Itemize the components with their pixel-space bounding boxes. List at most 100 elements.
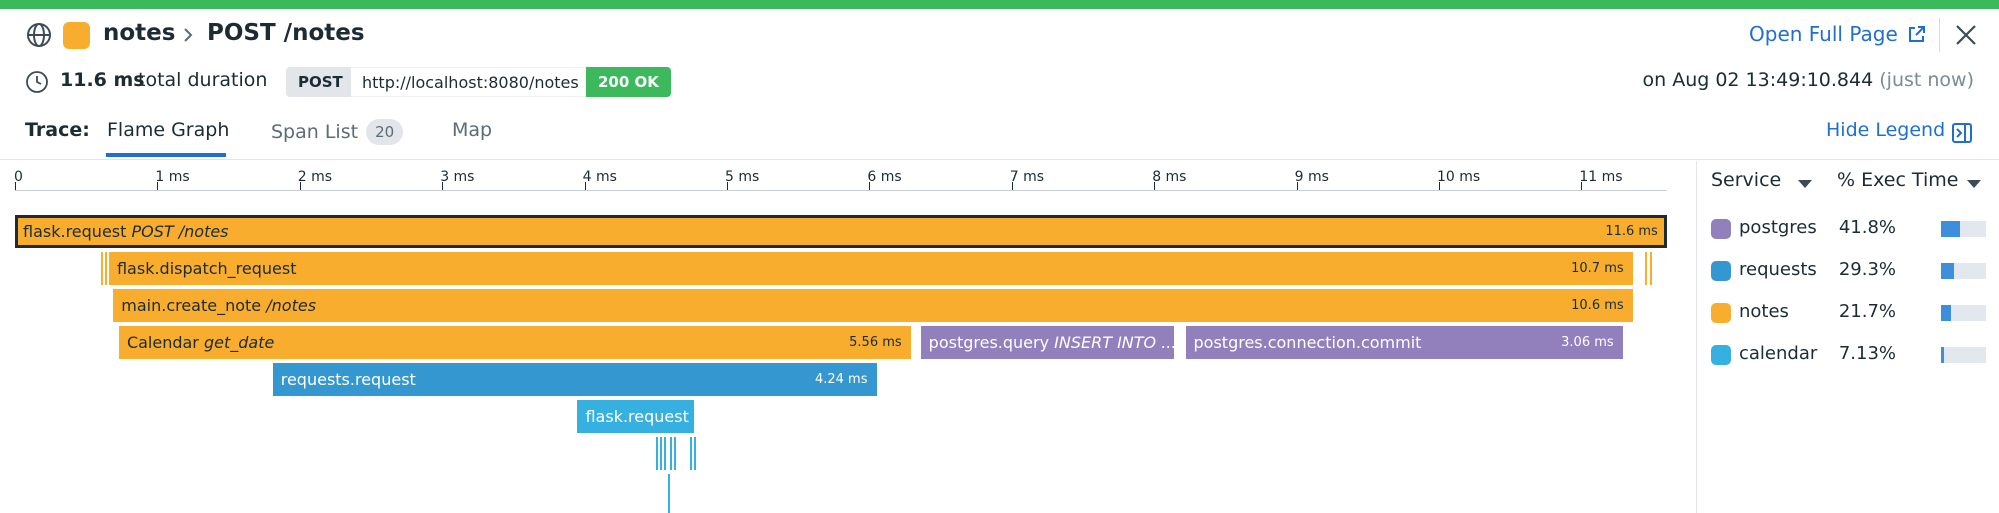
- flame-span-sliver[interactable]: [101, 252, 103, 285]
- service-name[interactable]: notes: [103, 20, 175, 46]
- flame-span[interactable]: flask.dispatch_request 10.7 ms: [108, 252, 1633, 285]
- legend-service-name: postgres: [1739, 217, 1817, 238]
- legend-row[interactable]: calendar 7.13%: [1697, 335, 1999, 377]
- flame-span-sliver[interactable]: [656, 437, 658, 470]
- total-duration-label: total duration: [138, 69, 268, 91]
- span-name: Calendar: [126, 333, 199, 352]
- resource-name: POST /notes: [207, 20, 365, 46]
- flame-span-sliver[interactable]: [105, 252, 107, 285]
- span-label: main.create_note /notes: [121, 289, 316, 322]
- legend-service-name: requests: [1739, 259, 1817, 280]
- http-url: http://localhost:8080/notes: [351, 67, 590, 97]
- service-color-swatch: [63, 22, 90, 49]
- service-legend: Service % Exec Time postgres 41.8% request…: [1697, 161, 1999, 513]
- axis-tick-label: 1 ms: [155, 169, 190, 185]
- service-color-swatch: [1711, 303, 1731, 323]
- legend-exec-pct: 7.13%: [1838, 343, 1896, 364]
- legend-exec-time-header[interactable]: % Exec Time: [1837, 169, 1958, 191]
- tab-span-list-label: Span List: [271, 121, 359, 143]
- trace-date-relative: (just now): [1879, 69, 1974, 91]
- service-color-swatch: [1711, 345, 1731, 365]
- span-label: flask.request POST /notes: [23, 215, 229, 248]
- legend-service-name: calendar: [1739, 343, 1818, 364]
- axis-tick-label: 10 ms: [1437, 169, 1481, 185]
- flame-graph[interactable]: 0 1 ms 2 ms 3 ms 4 ms 5 ms 6 ms 7 ms 8 ms 9 ms 10 …: [0, 161, 1696, 513]
- flame-span[interactable]: main.create_note /notes 10.6 ms: [113, 289, 1633, 322]
- axis-tick-label: 6 ms: [867, 169, 902, 185]
- clock-icon: [26, 71, 48, 93]
- service-color-swatch: [1711, 219, 1731, 239]
- legend-row[interactable]: requests 29.3%: [1697, 251, 1999, 293]
- legend-exec-bar-fill: [1941, 263, 1955, 279]
- trace-date: on Aug 02 13:49:10.844: [1642, 69, 1874, 91]
- tab-span-list[interactable]: Span List 20: [271, 119, 404, 145]
- span-name: flask.dispatch_request: [116, 259, 297, 278]
- legend-exec-pct: 41.8%: [1838, 217, 1896, 238]
- flame-span-sliver[interactable]: [1645, 252, 1647, 285]
- trace-timestamp: on Aug 02 13:49:10.844 (just now): [1643, 69, 1975, 91]
- legend-exec-pct: 29.3%: [1838, 259, 1896, 280]
- active-tab-indicator: [106, 153, 226, 157]
- flame-span[interactable]: Calendar get_date 5.56 ms: [118, 326, 911, 359]
- axis-tick-label: 0: [14, 169, 23, 185]
- span-duration: 11.6 ms: [1605, 224, 1658, 239]
- axis-tick-label: 2 ms: [297, 169, 333, 185]
- span-duration: 10.7 ms: [1571, 261, 1624, 276]
- legend-exec-bar: [1941, 305, 1986, 321]
- flame-span[interactable]: requests.request 4.24 ms: [272, 363, 877, 396]
- trace-header: notes POST /notes Open Full Page: [0, 14, 1999, 56]
- http-method-badge: POST: [286, 67, 355, 97]
- axis-tick-label: 7 ms: [1009, 169, 1045, 185]
- legend-service-header[interactable]: Service: [1711, 169, 1781, 191]
- span-name: flask.request: [23, 222, 127, 241]
- flame-span[interactable]: postgres.query INSERT INTO ...: [920, 326, 1175, 359]
- time-axis: [15, 190, 1667, 191]
- span-label: postgres.query INSERT INTO ...: [929, 326, 1174, 359]
- flame-span-sliver[interactable]: [668, 474, 670, 513]
- legend-exec-bar: [1941, 347, 1986, 363]
- flame-span-sliver[interactable]: [1650, 252, 1652, 285]
- legend-exec-bar: [1941, 221, 1986, 237]
- flame-span-sliver[interactable]: [660, 437, 662, 470]
- flame-span-sliver[interactable]: [690, 437, 692, 470]
- caret-down-icon[interactable]: [1798, 180, 1812, 188]
- span-label: postgres.connection.commit: [1194, 326, 1422, 359]
- span-resource: POST /notes: [131, 222, 229, 241]
- flame-span-sliver[interactable]: [670, 437, 672, 470]
- flame-span[interactable]: postgres.connection.commit 3.06 ms: [1185, 326, 1623, 359]
- legend-row[interactable]: notes 21.7%: [1697, 293, 1999, 335]
- span-label: flask.request: [585, 400, 688, 433]
- axis-tick-label: 5 ms: [725, 169, 760, 185]
- span-duration: 10.6 ms: [1571, 298, 1624, 313]
- span-name: flask.request: [585, 407, 689, 426]
- flame-span-sliver[interactable]: [674, 437, 676, 470]
- flame-span-sliver[interactable]: [694, 437, 696, 470]
- legend-exec-bar-fill: [1941, 221, 1960, 237]
- axis-tick-label: 11 ms: [1579, 169, 1623, 185]
- flame-span-sliver[interactable]: [664, 437, 666, 470]
- axis-tick-label: 4 ms: [582, 169, 617, 185]
- span-count-badge: 20: [366, 119, 404, 145]
- span-name: postgres.connection.commit: [1193, 333, 1422, 352]
- globe-icon: [27, 23, 51, 47]
- tab-flame-graph[interactable]: Flame Graph: [107, 119, 229, 141]
- span-resource: get_date: [203, 333, 275, 352]
- tab-map[interactable]: Map: [452, 119, 492, 141]
- legend-exec-pct: 21.7%: [1838, 301, 1896, 322]
- span-duration: 3.06 ms: [1561, 335, 1614, 350]
- open-full-page-link[interactable]: Open Full Page: [1749, 22, 1898, 46]
- flame-span[interactable]: flask.request POST /notes 11.6 ms: [15, 215, 1667, 248]
- hide-legend-button[interactable]: Hide Legend: [1826, 119, 1945, 141]
- span-label: Calendar get_date: [127, 326, 274, 359]
- external-link-icon[interactable]: [1906, 25, 1926, 45]
- service-color-swatch: [1711, 261, 1731, 281]
- panel-collapse-icon[interactable]: [1951, 122, 1973, 144]
- legend-row[interactable]: postgres 41.8%: [1697, 209, 1999, 251]
- flame-span[interactable]: flask.request: [577, 400, 695, 433]
- span-name: main.create_note: [121, 296, 262, 315]
- span-duration: 5.56 ms: [849, 335, 902, 350]
- span-label: requests.request: [281, 363, 416, 396]
- caret-down-icon[interactable]: [1967, 180, 1981, 188]
- close-icon[interactable]: [1952, 21, 1980, 49]
- axis-tick-label: 8 ms: [1152, 169, 1187, 185]
